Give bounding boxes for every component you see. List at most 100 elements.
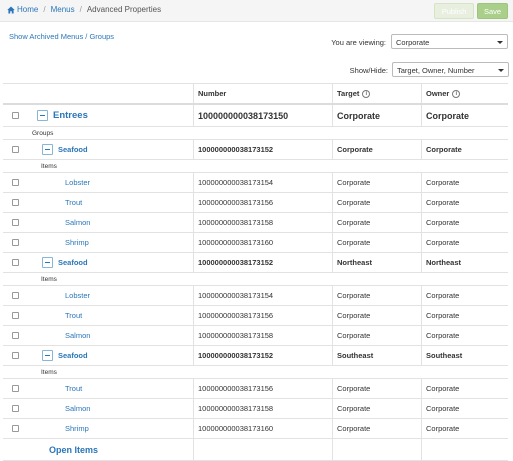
items-label: Items	[41, 163, 57, 170]
owner-cell: Corporate	[421, 193, 508, 212]
open-items-link[interactable]: Open Items	[49, 445, 98, 455]
item-name-link[interactable]: Salmon	[65, 331, 90, 340]
header-checkbox-cell	[3, 84, 27, 103]
row-checkbox[interactable]	[11, 405, 19, 412]
row-checkbox[interactable]	[11, 332, 19, 339]
number-cell: 100000000038173156	[193, 193, 332, 212]
breadcrumb-menus-link[interactable]: Menus	[51, 5, 75, 14]
target-cell: Corporate	[332, 173, 421, 192]
number-cell: 100000000038173152	[193, 253, 332, 272]
row-checkbox[interactable]	[11, 312, 19, 319]
row-checkbox[interactable]	[11, 352, 19, 359]
breadcrumb-home-link[interactable]: Home	[17, 5, 38, 14]
owner-cell: Corporate	[421, 140, 508, 159]
show-hide-label: Show/Hide:	[349, 66, 388, 75]
entree-name-link[interactable]: Entrees	[53, 110, 88, 121]
chevron-down-icon	[498, 69, 504, 72]
collapse-icon[interactable]	[42, 257, 53, 268]
item-name-link[interactable]: Trout	[65, 311, 82, 320]
group-name-link[interactable]: Seafood	[58, 351, 88, 360]
row-checkbox[interactable]	[11, 259, 19, 266]
menu-properties-table: Number Target i Owner i Entrees 1000000000…	[3, 83, 508, 461]
target-cell: Corporate	[332, 105, 421, 126]
header-owner-label: Owner	[426, 89, 450, 98]
collapse-icon[interactable]	[37, 110, 48, 121]
item-name-link[interactable]: Salmon	[65, 404, 90, 413]
row-checkbox[interactable]	[11, 219, 19, 226]
item-name-link[interactable]: Lobster	[65, 178, 90, 187]
number-cell: 100000000038173150	[193, 105, 332, 126]
info-icon[interactable]: i	[452, 89, 461, 98]
row-checkbox[interactable]	[11, 199, 19, 206]
table-header: Number Target i Owner i	[3, 83, 508, 105]
row-checkbox[interactable]	[11, 292, 19, 299]
item-name-link[interactable]: Salmon	[65, 218, 90, 227]
items-label-row: Items	[3, 160, 508, 173]
info-icon[interactable]: i	[362, 89, 371, 98]
number-cell: 100000000038173158	[193, 399, 332, 418]
target-cell: Corporate	[332, 193, 421, 212]
header-owner: Owner i	[421, 84, 508, 103]
breadcrumb-separator: /	[79, 5, 82, 14]
target-cell: Southeast	[332, 346, 421, 365]
collapse-icon[interactable]	[42, 350, 53, 361]
item-name-link[interactable]: Trout	[65, 198, 82, 207]
table-row-item: Shrimp 100000000038173160 Corporate Corpora…	[3, 419, 508, 439]
target-cell: Corporate	[332, 379, 421, 398]
owner-cell: Southeast	[421, 346, 508, 365]
number-cell: 100000000038173160	[193, 419, 332, 438]
owner-cell: Corporate	[421, 379, 508, 398]
table-row-item: Trout 100000000038173156 Corporate Corporat…	[3, 379, 508, 399]
table-row-item: Salmon 100000000038173158 Corporate Corpora…	[3, 213, 508, 233]
breadcrumb-separator: /	[43, 5, 46, 14]
row-checkbox[interactable]	[11, 179, 19, 186]
row-checkbox[interactable]	[11, 112, 19, 119]
number-cell: 100000000038173154	[193, 173, 332, 192]
owner-cell: Corporate	[421, 419, 508, 438]
owner-cell: Corporate	[421, 105, 508, 126]
table-row-item: Lobster 100000000038173154 Corporate Corpor…	[3, 286, 508, 306]
row-checkbox[interactable]	[11, 425, 19, 432]
table-row-item: Trout 100000000038173156 Corporate Corporat…	[3, 306, 508, 326]
viewing-label: You are viewing:	[331, 38, 386, 47]
item-name-link[interactable]: Trout	[65, 384, 82, 393]
table-row-item: Salmon 100000000038173158 Corporate Corpora…	[3, 399, 508, 419]
publish-button[interactable]: Publish	[434, 3, 474, 19]
groups-container: Seafood 100000000038173152 Corporate Corpor…	[3, 140, 508, 439]
save-button[interactable]: Save	[477, 3, 508, 19]
number-cell: 100000000038173160	[193, 233, 332, 252]
group-name-link[interactable]: Seafood	[58, 258, 88, 267]
row-checkbox[interactable]	[11, 385, 19, 392]
breadcrumb-bar: Home / Menus / Advanced Properties Publi…	[0, 0, 513, 22]
table-row-group: Seafood 100000000038173152 Northeast Northe…	[3, 253, 508, 273]
item-name-link[interactable]: Shrimp	[65, 238, 89, 247]
item-name-link[interactable]: Shrimp	[65, 424, 89, 433]
items-label-row: Items	[3, 366, 508, 379]
header-number-label: Number	[198, 89, 227, 98]
header-name-cell	[27, 84, 193, 103]
number-cell: 100000000038173154	[193, 286, 332, 305]
table-row-group: Seafood 100000000038173152 Southeast Southe…	[3, 346, 508, 366]
table-row-item: Lobster 100000000038173154 Corporate Corpor…	[3, 173, 508, 193]
table-row-entree: Entrees 100000000038173150 Corporate Cor…	[3, 105, 508, 127]
target-cell: Corporate	[332, 140, 421, 159]
row-checkbox[interactable]	[11, 146, 19, 153]
groups-label: Groups	[32, 130, 54, 137]
collapse-icon[interactable]	[42, 144, 53, 155]
group-name-link[interactable]: Seafood	[58, 145, 88, 154]
number-cell: 100000000038173156	[193, 306, 332, 325]
table-row-item: Shrimp 100000000038173160 Corporate Corpora…	[3, 233, 508, 253]
owner-cell: Northeast	[421, 253, 508, 272]
header-target: Target i	[332, 84, 421, 103]
number-cell: 100000000038173158	[193, 213, 332, 232]
table-row-group: Seafood 100000000038173152 Corporate Corpor…	[3, 140, 508, 160]
item-name-link[interactable]: Lobster	[65, 291, 90, 300]
target-cell: Corporate	[332, 286, 421, 305]
row-checkbox[interactable]	[11, 239, 19, 246]
viewing-select[interactable]: Corporate	[391, 34, 508, 49]
show-hide-select[interactable]: Target, Owner, Number	[392, 62, 509, 77]
show-archived-link[interactable]: Show Archived Menus / Groups	[9, 32, 114, 41]
number-cell: 100000000038173158	[193, 326, 332, 345]
items-label: Items	[41, 369, 57, 376]
viewing-select-value: Corporate	[396, 38, 430, 47]
